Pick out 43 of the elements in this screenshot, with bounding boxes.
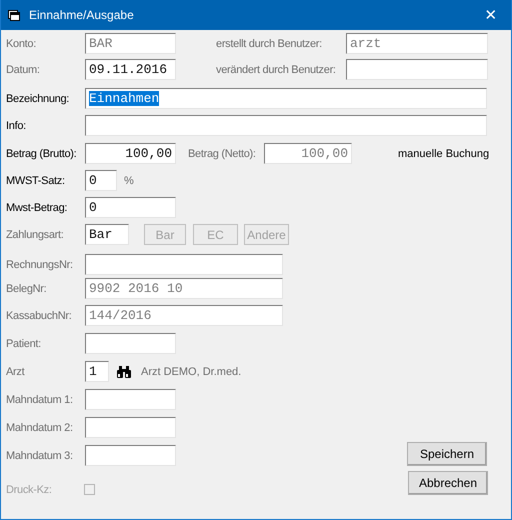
input-field[interactable]: [85, 389, 176, 410]
save-button[interactable]: Speichern: [407, 442, 487, 466]
field-label: verändert durch Benutzer:: [216, 64, 337, 76]
unit-label: %: [124, 174, 134, 186]
input-field[interactable]: Bar: [85, 224, 129, 245]
window-icon: [8, 10, 20, 20]
field-label: Mahndatum 2:: [6, 422, 74, 434]
close-icon[interactable]: ✕: [479, 6, 503, 24]
field-label: Patient:: [6, 338, 42, 350]
field-label: Info:: [6, 120, 27, 132]
input-field[interactable]: [85, 115, 487, 136]
field-label: RechnungsNr:: [6, 258, 74, 270]
input-field[interactable]: 100,00: [85, 143, 176, 164]
field-label: Betrag (Netto):: [188, 148, 257, 160]
field-label: Arzt: [6, 366, 26, 378]
field-label: Betrag (Brutto):: [6, 148, 78, 160]
field-label: Mahndatum 1:: [6, 394, 74, 406]
field-label: BelegNr:: [6, 282, 48, 294]
binoculars-icon[interactable]: [117, 366, 131, 378]
input-field[interactable]: [85, 445, 176, 466]
input-field[interactable]: 0: [85, 197, 176, 218]
input-field[interactable]: Einnahmen: [85, 88, 487, 109]
input-field[interactable]: [85, 417, 176, 438]
field-label: Konto:: [6, 38, 38, 50]
input-field[interactable]: 09.11.2016: [85, 59, 176, 80]
field-label: Bezeichnung:: [6, 92, 70, 104]
input-field[interactable]: [85, 254, 283, 275]
cancel-button[interactable]: Abbrechen: [408, 470, 488, 494]
field-label: Mahndatum 3:: [6, 450, 74, 462]
field-label: Druck-Kz:: [6, 484, 53, 496]
input-field[interactable]: [85, 333, 176, 354]
doctor-name: Arzt DEMO, Dr.med.: [141, 366, 242, 378]
field-label: Mwst-Betrag:: [6, 202, 68, 214]
input-field[interactable]: 0: [85, 170, 117, 191]
field-label: Datum:: [6, 64, 41, 76]
field-label: erstellt durch Benutzer:: [216, 38, 323, 50]
input-field[interactable]: 1: [85, 361, 109, 382]
input-field[interactable]: [346, 59, 488, 80]
window-title: Einnahme/Ausgabe: [29, 8, 135, 22]
status-text: manuelle Buchung: [398, 148, 490, 160]
field-label: Zahlungsart:: [6, 228, 65, 240]
field-label: KassabuchNr:: [6, 310, 72, 322]
field-label: MWST-Satz:: [6, 174, 66, 186]
